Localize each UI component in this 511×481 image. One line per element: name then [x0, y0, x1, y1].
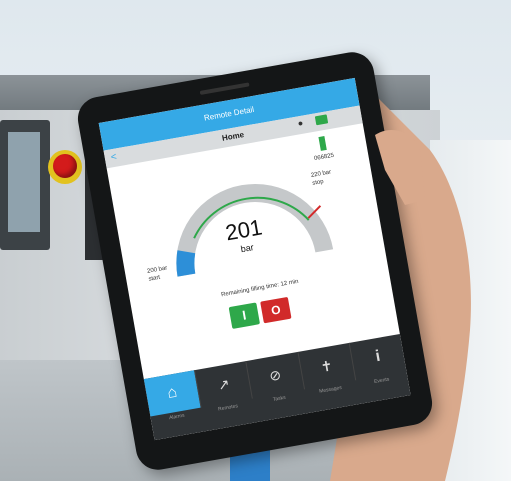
product-photo: Remote Detail < Home ● 066825 201 bar 20… — [0, 0, 511, 481]
thumb — [375, 130, 425, 205]
